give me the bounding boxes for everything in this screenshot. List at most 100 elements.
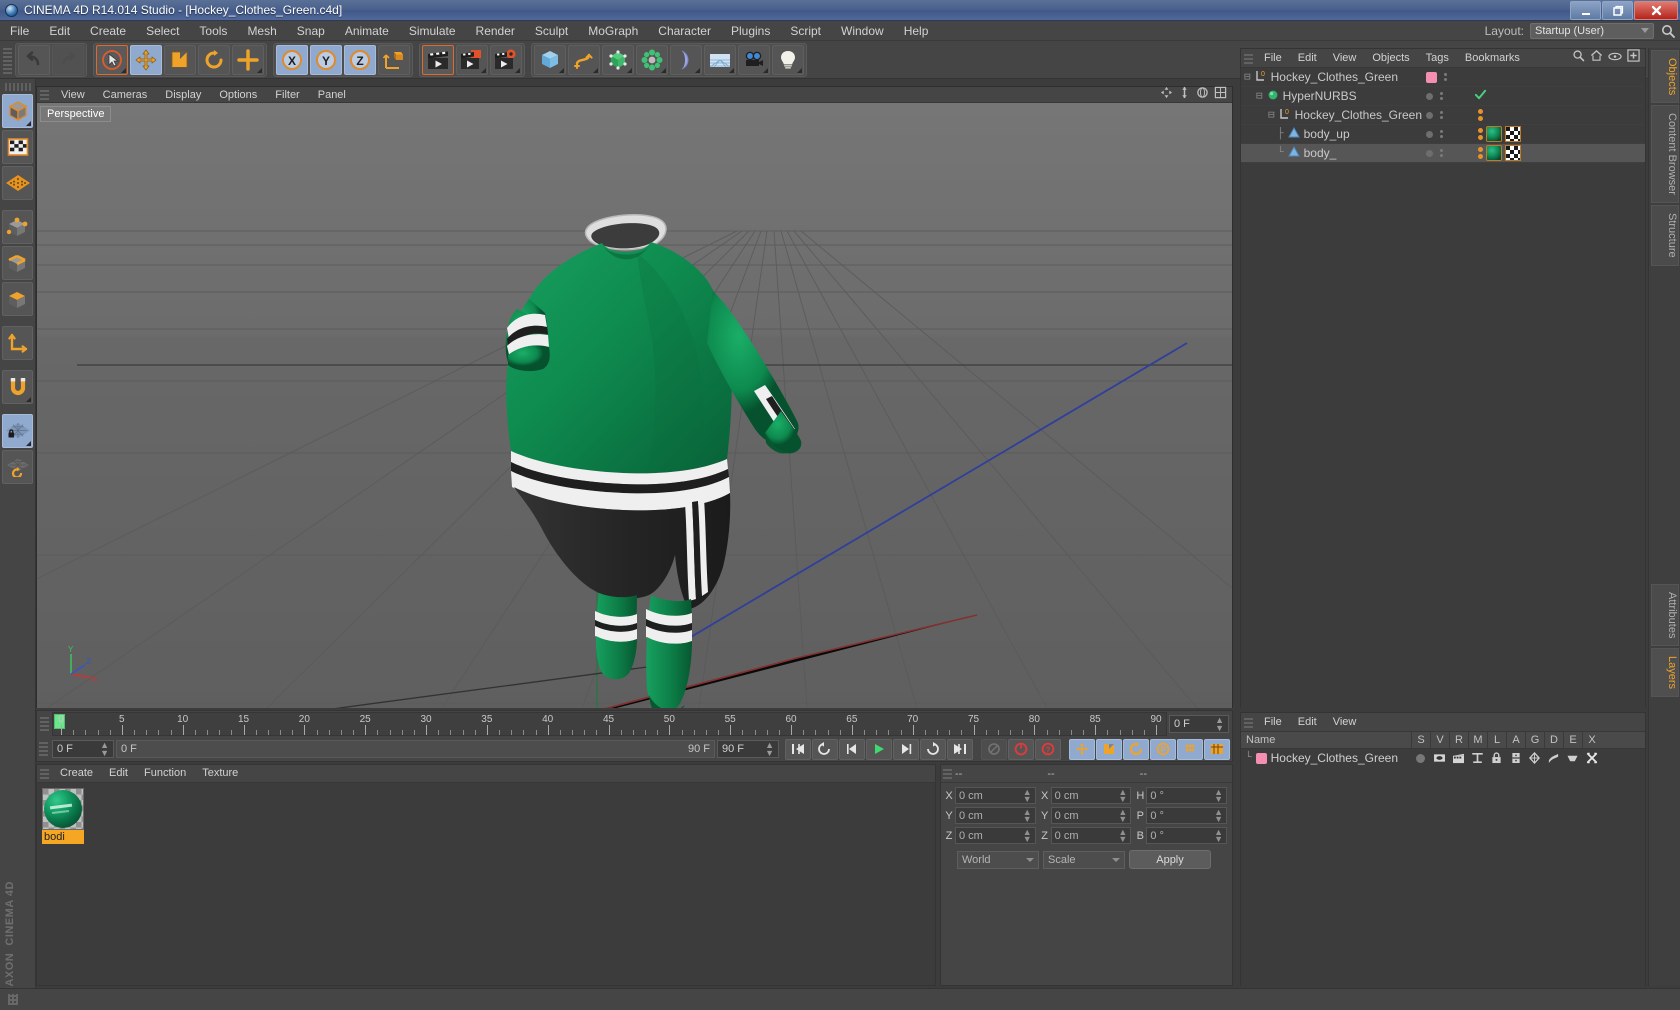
position-key-icon[interactable]	[1069, 738, 1095, 760]
uvw-tag-icon[interactable]	[1505, 145, 1521, 161]
timeline-ruler[interactable]: 0 5 10 15 20 25 30 35 40 45 50 55 60 65 70 75 80 85 90	[52, 712, 1167, 736]
undo-icon[interactable]	[18, 44, 50, 75]
timeline-icon[interactable]	[1204, 738, 1230, 760]
layer-solo-cell[interactable]	[1411, 753, 1430, 763]
x-axis-icon[interactable]: X	[276, 44, 308, 75]
enable-snapping-icon[interactable]	[2, 370, 33, 404]
render-settings-icon[interactable]	[490, 44, 522, 75]
layer-render-cell[interactable]	[1449, 753, 1468, 764]
layer-menu-file[interactable]: File	[1256, 713, 1290, 731]
timeline-scrollbar[interactable]: 0 F 90 F	[116, 740, 715, 758]
viewport-menu-panel[interactable]: Panel	[309, 87, 355, 103]
position-z-input[interactable]: 0 cm ▲ ▼	[955, 827, 1036, 844]
cube-primitive-icon[interactable]	[534, 44, 566, 75]
visibility-toggle-icon[interactable]	[1440, 92, 1443, 100]
column-header-a[interactable]: A	[1506, 731, 1525, 749]
layer-lock-cell[interactable]	[1487, 752, 1506, 764]
size-y-input[interactable]: 0 cm ▲ ▼	[1050, 807, 1132, 824]
hypernurbs-icon[interactable]	[602, 44, 634, 75]
spinner-icon[interactable]: ▲ ▼	[1118, 827, 1127, 843]
magnifier-icon[interactable]	[1660, 23, 1676, 39]
spinner-icon[interactable]: ▲ ▼	[1023, 787, 1032, 803]
viewport-grip[interactable]	[40, 88, 49, 101]
menu-script[interactable]: Script	[780, 21, 831, 41]
tag-dots-icon[interactable]	[1478, 128, 1483, 140]
texture-mode-icon[interactable]	[2, 130, 33, 164]
autokeying-icon[interactable]	[981, 738, 1007, 760]
camera-icon[interactable]	[738, 44, 770, 75]
spinner-icon[interactable]: ▲ ▼	[1214, 827, 1223, 843]
menu-simulate[interactable]: Simulate	[399, 21, 466, 41]
material-item[interactable]: bodi	[42, 788, 84, 844]
timeline-end-frame-field[interactable]: 90 F ▲ ▼	[717, 740, 779, 758]
points-mode-icon[interactable]	[2, 210, 33, 244]
menu-help[interactable]: Help	[894, 21, 939, 41]
rotation-b-input[interactable]: 0 ° ▲ ▼	[1146, 827, 1228, 844]
menu-file[interactable]: File	[0, 21, 39, 41]
layer-row[interactable]: └ Hockey_Clothes_Green	[1241, 749, 1645, 767]
rotation-key-icon[interactable]	[1123, 738, 1149, 760]
viewport-3d-canvas[interactable]: Perspective Y X Z	[37, 103, 1232, 708]
spinner-icon[interactable]: ▲ ▼	[1214, 787, 1223, 803]
layer-generators-cell[interactable]	[1525, 752, 1544, 764]
viewport-menu-cameras[interactable]: Cameras	[94, 87, 157, 103]
object-visibility-dots[interactable]	[1426, 130, 1472, 138]
material-list[interactable]: bodi	[37, 782, 935, 985]
tab-structure[interactable]: Structure	[1651, 205, 1679, 266]
visibility-dot[interactable]	[1426, 130, 1433, 138]
world-coordinate-icon[interactable]	[378, 44, 410, 75]
layer-manager-cell[interactable]	[1468, 752, 1487, 764]
layer-deformers-cell[interactable]	[1544, 752, 1563, 764]
model-mode-icon[interactable]	[2, 94, 33, 128]
lock-workplane-icon[interactable]	[2, 414, 33, 448]
rotate-icon[interactable]	[198, 44, 230, 75]
coordinate-system-dropdown[interactable]: World	[957, 850, 1039, 869]
visibility-toggle-icon[interactable]	[1444, 73, 1447, 81]
pan-viewport-icon[interactable]	[1160, 86, 1173, 104]
material-tag-icon[interactable]	[1486, 126, 1502, 142]
layer-xpresso-cell[interactable]	[1582, 752, 1601, 764]
object-visibility-dots[interactable]	[1426, 92, 1472, 100]
tag-dots-icon[interactable]	[1478, 147, 1483, 159]
object-menu-view[interactable]: View	[1325, 49, 1365, 67]
layer-expressions-cell[interactable]	[1563, 753, 1582, 764]
play-backwards-icon[interactable]	[812, 738, 838, 760]
menu-create[interactable]: Create	[80, 21, 136, 41]
menu-snap[interactable]: Snap	[287, 21, 335, 41]
spline-pen-icon[interactable]	[568, 44, 600, 75]
column-header-e[interactable]: E	[1563, 731, 1582, 749]
object-manager-grip[interactable]	[1244, 51, 1253, 65]
object-name-cell[interactable]: ├ body_up	[1241, 126, 1426, 143]
menu-sculpt[interactable]: Sculpt	[525, 21, 578, 41]
column-header-x[interactable]: X	[1582, 731, 1601, 749]
material-menu-create[interactable]: Create	[52, 765, 101, 782]
viewport-menu-view[interactable]: View	[52, 87, 94, 103]
column-header-r[interactable]: R	[1449, 731, 1468, 749]
workplane-reset-icon[interactable]	[2, 450, 33, 484]
spinner-icon[interactable]: ▲ ▼	[1215, 716, 1224, 733]
add-layer-icon[interactable]	[1627, 49, 1640, 67]
search-icon[interactable]	[1572, 49, 1585, 67]
menu-character[interactable]: Character	[648, 21, 721, 41]
point-level-animation-icon[interactable]	[1177, 738, 1203, 760]
size-z-input[interactable]: 0 cm ▲ ▼	[1050, 827, 1132, 844]
rotation-h-input[interactable]: 0 ° ▲ ▼	[1146, 787, 1228, 804]
previous-frame-icon[interactable]	[839, 738, 865, 760]
uvw-tag-icon[interactable]	[1505, 126, 1521, 142]
scale-key-icon[interactable]	[1096, 738, 1122, 760]
material-manager-grip[interactable]	[40, 767, 49, 780]
light-icon[interactable]	[772, 44, 804, 75]
render-to-picture-viewer-icon[interactable]	[456, 44, 488, 75]
layer-menu-view[interactable]: View	[1325, 713, 1365, 731]
object-row-hypernurbs[interactable]: ⊟ HyperNURBS	[1241, 87, 1645, 106]
layout-dropdown[interactable]: Startup (User)	[1530, 22, 1654, 39]
tag-dots-icon[interactable]	[1478, 109, 1483, 121]
menu-mograph[interactable]: MoGraph	[578, 21, 648, 41]
spinner-icon[interactable]: ▲ ▼	[100, 741, 109, 758]
spinner-icon[interactable]: ▲ ▼	[765, 741, 774, 758]
maximize-viewport-icon[interactable]	[1214, 86, 1227, 104]
material-menu-edit[interactable]: Edit	[101, 765, 136, 782]
menu-mesh[interactable]: Mesh	[237, 21, 286, 41]
visibility-dot[interactable]	[1426, 149, 1433, 157]
tab-layers[interactable]: Layers	[1651, 648, 1679, 698]
